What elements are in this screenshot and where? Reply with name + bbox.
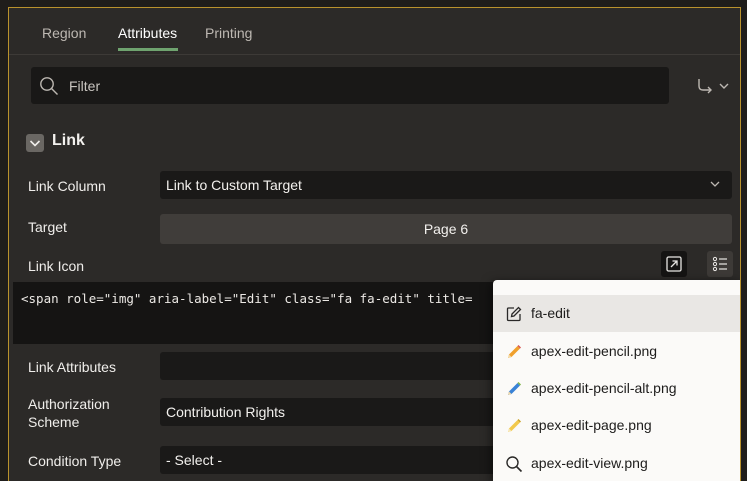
authorization-scheme-select[interactable]: Contribution Rights [160, 398, 500, 426]
tab-printing[interactable]: Printing [205, 25, 252, 41]
authorization-scheme-value: Contribution Rights [166, 404, 286, 420]
condition-type-select[interactable]: - Select - [160, 446, 500, 474]
list-item[interactable]: apex-edit-view.png [493, 445, 740, 481]
list-icon [712, 256, 727, 272]
list-item[interactable]: fa-edit [493, 295, 740, 332]
link-attributes-input[interactable] [160, 352, 500, 380]
filter-input[interactable]: Filter [31, 67, 669, 104]
expand-editor-button[interactable] [661, 251, 687, 277]
condition-type-label: Condition Type [28, 453, 122, 469]
option-label: apex-edit-pencil.png [531, 343, 658, 359]
chevron-down-icon [710, 181, 720, 187]
authorization-scheme-label: Authorization Scheme [28, 396, 110, 430]
option-label: apex-edit-pencil-alt.png [531, 380, 677, 396]
target-label: Target [28, 219, 67, 235]
edit-icon [506, 306, 522, 322]
tab-attributes[interactable]: Attributes [118, 25, 177, 41]
target-button[interactable]: Page 6 [160, 214, 732, 244]
pencil-icon [508, 345, 521, 358]
active-tab-indicator [118, 48, 178, 51]
link-column-value: Link to Custom Target [166, 177, 302, 193]
property-editor: Region Attributes Printing Filter Link L… [8, 7, 741, 481]
collapse-button[interactable] [26, 134, 44, 152]
option-label: apex-edit-page.png [531, 417, 652, 433]
list-item[interactable]: apex-edit-pencil.png [493, 333, 740, 370]
pencil-alt-icon [508, 382, 521, 395]
tab-region[interactable]: Region [42, 25, 86, 41]
link-icon-label: Link Icon [28, 258, 85, 274]
open-editor-icon [666, 256, 682, 272]
condition-type-value: - Select - [166, 452, 223, 468]
filter-placeholder: Filter [69, 78, 101, 94]
magnifier-icon [506, 456, 523, 473]
chevron-down-icon [29, 140, 41, 147]
list-item[interactable]: apex-edit-pencil-alt.png [493, 370, 740, 407]
go-to-group-icon[interactable] [695, 76, 735, 96]
section-title: Link [52, 132, 85, 149]
link-column-label: Link Column [28, 178, 106, 194]
link-attributes-label: Link Attributes [28, 359, 116, 375]
icon-list-button[interactable] [707, 251, 733, 277]
search-icon [40, 77, 58, 95]
tab-bar: Region Attributes Printing [9, 8, 740, 55]
edit-page-icon [508, 419, 521, 432]
list-item[interactable]: apex-edit-page.png [493, 407, 740, 444]
link-column-select[interactable]: Link to Custom Target [160, 171, 732, 199]
option-label: fa-edit [531, 305, 570, 321]
icon-picker-dropdown: fa-edit apex-edit-pencil.png apex-edit-p… [493, 280, 740, 481]
option-label: apex-edit-view.png [531, 455, 648, 471]
